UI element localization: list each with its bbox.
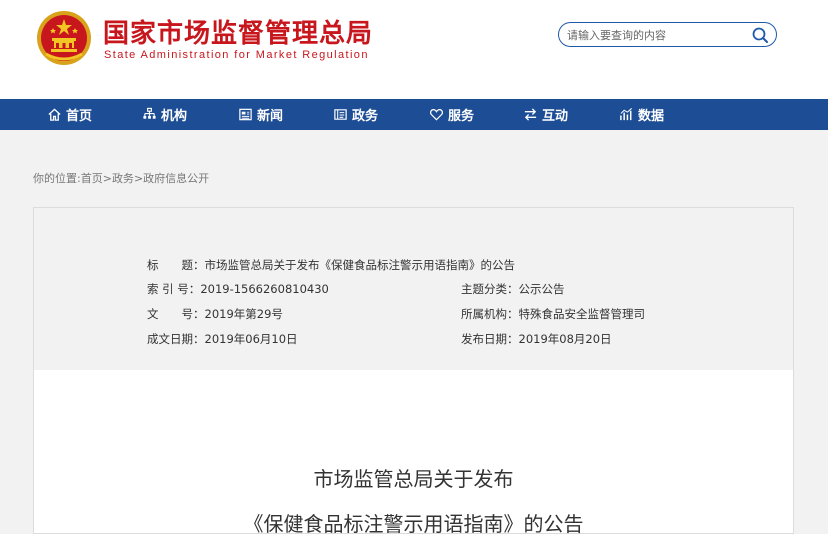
meta-title-row: 标 题：市场监管总局关于发布《保健食品标注警示用语指南》的公告 — [147, 257, 515, 273]
site-title[interactable]: 国家市场监督管理总局 — [103, 13, 373, 50]
meta-created-row: 成文日期：2019年06月10日 — [147, 331, 298, 347]
meta-title-label: 标 题： — [147, 258, 205, 272]
government-affairs-icon — [334, 109, 347, 120]
meta-docno-value: 2019年第29号 — [204, 307, 283, 321]
exchange-arrows-icon — [524, 108, 537, 121]
search-input[interactable] — [567, 26, 747, 44]
nav-item-affairs[interactable]: 政务 — [333, 99, 378, 130]
breadcrumb: 你的位置:首页>政务>政府信息公开 — [33, 170, 209, 186]
search-icon[interactable] — [751, 26, 769, 44]
breadcrumb-home-link[interactable]: 首页 — [81, 172, 103, 185]
meta-created-label: 成文日期： — [147, 332, 205, 346]
breadcrumb-separator: > — [133, 172, 144, 185]
site-subtitle: State Administration for Market Regulati… — [104, 49, 369, 61]
meta-agency-label: 所属机构： — [461, 307, 519, 321]
nav-item-data[interactable]: 数据 — [619, 99, 664, 130]
site-header: 国家市场监督管理总局 State Administration for Mark… — [0, 0, 828, 99]
meta-published-value: 2019年08月20日 — [518, 332, 612, 346]
breadcrumb-prefix: 你的位置: — [33, 172, 81, 185]
meta-docno-row: 文 号：2019年第29号 — [147, 306, 283, 322]
nav-item-service[interactable]: 服务 — [429, 99, 474, 130]
meta-index-label: 索 引 号： — [147, 282, 201, 296]
article-title-line2: 《保健食品标注警示用语指南》的公告 — [243, 512, 584, 534]
article-container: 标 题：市场监管总局关于发布《保健食品标注警示用语指南》的公告 索 引 号：20… — [33, 207, 794, 534]
breadcrumb-disclosure-link[interactable]: 政府信息公开 — [143, 172, 209, 185]
nav-label: 互动 — [542, 109, 569, 124]
meta-topic-label: 主题分类： — [461, 282, 519, 296]
meta-docno-label: 文 号： — [147, 307, 205, 321]
search-box — [558, 22, 777, 47]
meta-index-row: 索 引 号：2019-1566260810430 — [147, 281, 329, 297]
nav-label: 数据 — [638, 109, 665, 124]
nav-label: 政务 — [352, 109, 379, 124]
nav-item-org[interactable]: 机构 — [142, 99, 187, 130]
meta-index-value: 2019-1566260810430 — [200, 282, 329, 296]
document-metadata: 标 题：市场监管总局关于发布《保健食品标注警示用语指南》的公告 索 引 号：20… — [34, 208, 793, 370]
page-body: 你的位置:首页>政务>政府信息公开 标 题：市场监管总局关于发布《保健食品标注警… — [0, 130, 828, 534]
nav-label: 新闻 — [257, 109, 284, 124]
main-nav: 首页 机构 新闻 政务 服务 互动 数据 — [0, 99, 828, 130]
data-chart-icon — [620, 108, 632, 121]
news-icon — [239, 108, 252, 121]
home-icon — [48, 108, 61, 121]
heart-icon — [430, 109, 443, 121]
meta-topic-row: 主题分类：公示公告 — [461, 281, 565, 297]
meta-published-label: 发布日期： — [461, 332, 519, 346]
nav-label: 首页 — [66, 109, 93, 124]
nav-label: 机构 — [161, 109, 188, 124]
meta-agency-value: 特殊食品安全监督管理司 — [518, 307, 646, 321]
meta-agency-row: 所属机构：特殊食品安全监督管理司 — [461, 306, 645, 322]
meta-topic-value: 公示公告 — [518, 282, 565, 296]
article-title-line1: 市场监管总局关于发布 — [313, 467, 514, 491]
meta-title-value: 市场监管总局关于发布《保健食品标注警示用语指南》的公告 — [204, 258, 516, 272]
nav-item-news[interactable]: 新闻 — [238, 99, 283, 130]
national-emblem-icon[interactable] — [36, 10, 92, 66]
breadcrumb-separator: > — [102, 172, 112, 185]
meta-created-value: 2019年06月10日 — [204, 332, 298, 346]
org-chart-icon — [143, 107, 156, 119]
nav-item-interact[interactable]: 互动 — [523, 99, 568, 130]
meta-published-row: 发布日期：2019年08月20日 — [461, 331, 612, 347]
nav-label: 服务 — [448, 109, 475, 124]
breadcrumb-affairs-link[interactable]: 政务 — [112, 172, 134, 185]
nav-item-home[interactable]: 首页 — [47, 99, 92, 130]
